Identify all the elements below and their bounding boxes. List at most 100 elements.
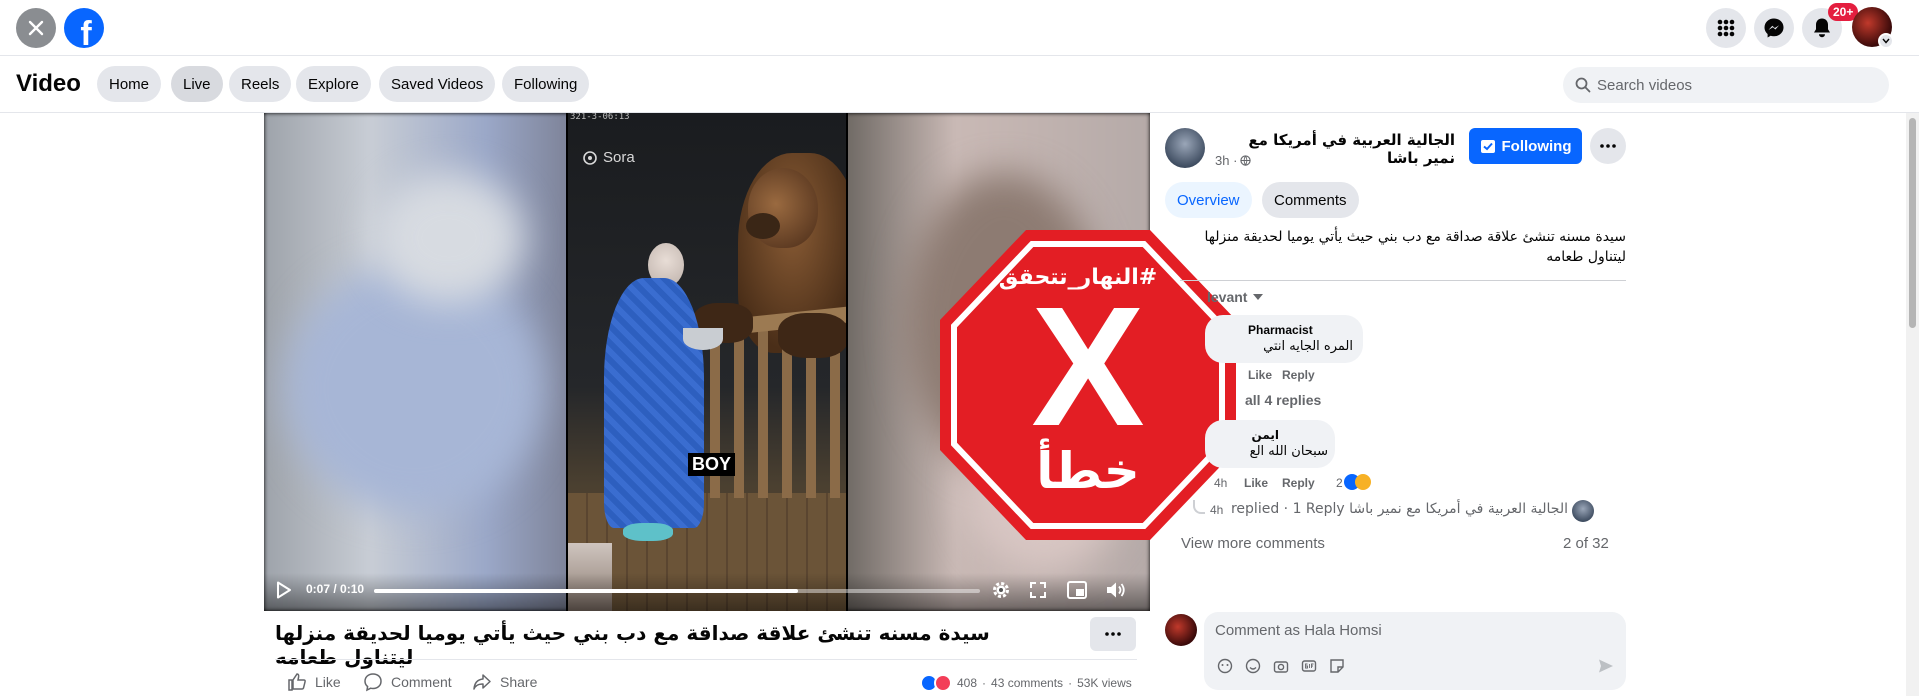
tab-explore[interactable]: Explore xyxy=(296,66,371,102)
reply-avatar xyxy=(1572,500,1594,522)
comment-pagination: 2 of 32 xyxy=(1563,535,1609,552)
divider xyxy=(1180,280,1626,281)
search-placeholder: Search videos xyxy=(1597,76,1693,94)
comment-like-link[interactable]: Like xyxy=(1248,368,1272,382)
chevron-down-icon xyxy=(1253,294,1264,300)
comment-like-link[interactable]: Like xyxy=(1244,476,1268,490)
volume-icon[interactable] xyxy=(1106,581,1126,599)
page-more-button[interactable] xyxy=(1590,128,1626,164)
scrollbar-thumb[interactable] xyxy=(1909,118,1916,328)
thumbs-up-icon xyxy=(288,673,306,691)
composer-tools xyxy=(1217,658,1345,674)
messenger-icon xyxy=(1764,18,1784,38)
settings-gear-icon[interactable] xyxy=(991,580,1011,600)
love-reaction-icon xyxy=(934,674,952,692)
stat-separator: · xyxy=(1068,676,1073,690)
play-icon[interactable] xyxy=(276,581,292,599)
tab-home[interactable]: Home xyxy=(97,66,162,102)
more-horizontal-icon xyxy=(1105,632,1121,636)
like-button[interactable]: Like xyxy=(287,672,341,692)
comment-reaction-count: 2 xyxy=(1336,476,1343,490)
tab-overview[interactable]: Overview xyxy=(1165,182,1252,218)
haha-reaction-icon xyxy=(1355,474,1371,490)
fullscreen-icon[interactable] xyxy=(1030,582,1046,598)
reply-summary-link[interactable]: الجالية العربية في أمريكا مع نمير باشا r… xyxy=(1228,501,1568,517)
comment-reply-link[interactable]: Reply xyxy=(1282,368,1315,382)
tab-comments[interactable]: Comments xyxy=(1262,182,1359,218)
reaction-summary[interactable]: 408 · 43 comments · 53K views xyxy=(920,674,1132,692)
video-frame: Sora 321-3-06:13 BOY xyxy=(566,113,848,611)
post-description: سيدة مسنه تنشئ علاقة صداقة مع دب بني حيث… xyxy=(1204,229,1626,265)
comment-button[interactable]: Comment xyxy=(363,672,452,692)
close-icon xyxy=(28,20,44,36)
bowl xyxy=(683,328,723,350)
page-title: Video xyxy=(16,70,81,97)
search-icon xyxy=(1575,77,1591,93)
post-more-button[interactable] xyxy=(1090,617,1136,651)
more-horizontal-icon xyxy=(1600,144,1616,148)
avatar-sticker-icon[interactable] xyxy=(1217,658,1233,674)
stat-separator: · xyxy=(982,676,987,690)
tab-following[interactable]: Following xyxy=(502,66,590,102)
divider xyxy=(275,659,1137,660)
reply-connector xyxy=(1193,500,1205,514)
facebook-logo[interactable]: f xyxy=(64,8,104,48)
video-time: 0:07 / 0:10 xyxy=(306,582,365,596)
sora-watermark: Sora xyxy=(583,149,635,166)
tab-reels[interactable]: Reels xyxy=(229,66,292,102)
top-bar xyxy=(0,0,1919,56)
bear-muzzle xyxy=(746,213,780,239)
bear-paw xyxy=(778,313,846,358)
messenger-button[interactable] xyxy=(1754,8,1794,48)
following-check-icon xyxy=(1480,140,1495,153)
following-button[interactable]: Following xyxy=(1469,128,1582,164)
comment-bubble[interactable]: Pharmacist المره الجايه انتي xyxy=(1205,315,1363,363)
emoji-icon[interactable] xyxy=(1245,658,1261,674)
progress-fill xyxy=(374,589,799,593)
composer-placeholder: Comment as Hala Homsi xyxy=(1215,622,1382,639)
picture-in-picture-icon[interactable] xyxy=(1067,581,1087,599)
progress-track[interactable] xyxy=(374,589,980,593)
camera-icon[interactable] xyxy=(1273,658,1289,674)
share-button[interactable]: Share xyxy=(472,672,537,692)
sticker-icon[interactable] xyxy=(1329,658,1345,674)
comment-text: المره الجايه انتي xyxy=(1263,339,1353,354)
view-more-comments-link[interactable]: View more comments xyxy=(1181,535,1325,552)
reply-time: 4h xyxy=(1210,503,1224,517)
tab-saved-videos[interactable]: Saved Videos xyxy=(379,66,496,102)
sora-logo-icon xyxy=(583,150,597,165)
comment-reply-link[interactable]: Reply xyxy=(1282,476,1315,490)
comment-bubble[interactable]: ايمن سبحان الله الع xyxy=(1205,420,1335,468)
fact-check-stamp: #النهار_تتحقق X خطأ xyxy=(940,230,1236,540)
menu-button[interactable] xyxy=(1706,8,1746,48)
comment-count[interactable]: 43 comments xyxy=(991,676,1063,690)
tab-live[interactable]: Live xyxy=(171,66,223,102)
view-count: 53K views xyxy=(1077,676,1132,690)
comment-bubble-icon xyxy=(364,673,382,692)
blur-shape xyxy=(284,263,544,513)
bell-icon xyxy=(1814,18,1830,38)
account-chevron-icon[interactable] xyxy=(1878,33,1894,49)
page-avatar[interactable] xyxy=(1165,128,1205,168)
share-arrow-icon xyxy=(473,674,491,690)
globe-icon xyxy=(1240,155,1252,166)
send-icon[interactable] xyxy=(1598,658,1614,674)
caption-overlay: BOY xyxy=(688,453,736,476)
shoes xyxy=(623,523,673,541)
close-button[interactable] xyxy=(16,8,56,48)
comment-time: 4h xyxy=(1214,476,1228,490)
search-input[interactable]: Search videos xyxy=(1563,67,1889,103)
comment-author[interactable]: Pharmacist xyxy=(1248,323,1313,337)
sort-dropdown[interactable]: levant xyxy=(1207,289,1264,305)
gif-icon[interactable] xyxy=(1301,658,1317,674)
view-replies-link[interactable]: all 4 replies xyxy=(1245,392,1321,408)
blur-shape xyxy=(374,173,524,303)
stamp-word: خطأ xyxy=(1036,442,1140,500)
comment-composer[interactable]: Comment as Hala Homsi xyxy=(1204,612,1626,690)
grid-menu-icon xyxy=(1717,19,1735,37)
comment-author[interactable]: ايمن xyxy=(1225,428,1279,442)
post-title: سيدة مسنه تنشئ علاقة صداقة مع دب بني حيث… xyxy=(275,621,990,669)
post-time: 3h · xyxy=(1215,153,1252,168)
composer-avatar xyxy=(1165,614,1197,646)
reaction-count: 408 xyxy=(957,676,978,690)
